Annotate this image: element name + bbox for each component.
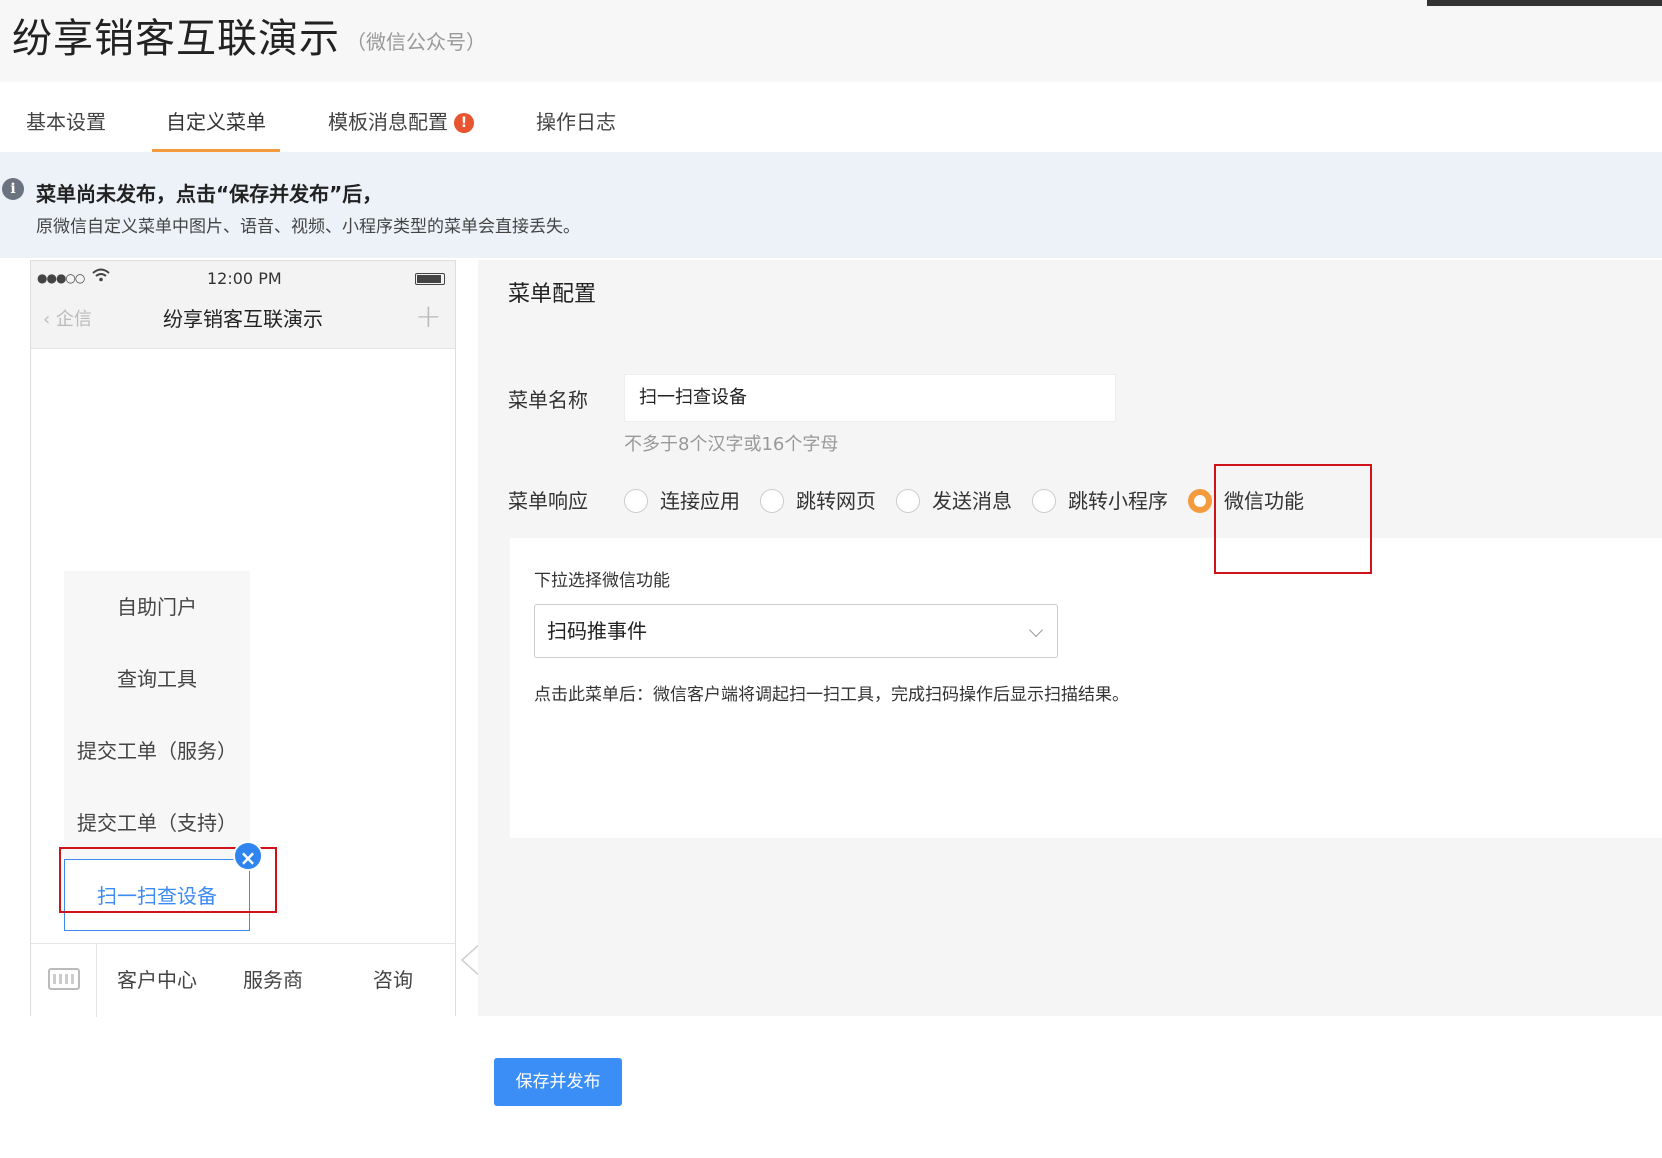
- radio-icon: [896, 489, 920, 513]
- phone-preview: ●●●○○ 12:00 PM ‹ 企信 纷享销客互联演示 + 自助门户 查询工具…: [30, 260, 456, 1017]
- wechat-function-box: 下拉选择微信功能 扫码推事件 点击此菜单后：微信客户端将调起扫一扫工具，完成扫码…: [510, 538, 1662, 838]
- submenu-item-ticket-support[interactable]: 提交工单（支持）: [64, 787, 250, 859]
- radio-label: 连接应用: [660, 489, 740, 513]
- submenu-item-query-tools[interactable]: 查询工具: [64, 643, 250, 715]
- menu-name-hint: 不多于8个汉字或16个字母: [624, 434, 839, 455]
- page-title: 纷享销客互联演示: [12, 16, 340, 62]
- submenu-item-ticket-service[interactable]: 提交工单（服务）: [64, 715, 250, 787]
- main-menu-item-customer-center[interactable]: 客户中心: [101, 944, 213, 1017]
- alert-badge-icon: !: [454, 113, 474, 133]
- phone-main-menu: 客户中心 服务商 咨询: [31, 943, 455, 1017]
- chevron-down-icon: [1028, 622, 1044, 638]
- radio-label: 发送消息: [932, 489, 1012, 513]
- phone-header: ●●●○○ 12:00 PM ‹ 企信 纷享销客互联演示 +: [31, 261, 455, 349]
- radio-label: 跳转网页: [796, 489, 876, 513]
- page-header: 纷享销客互联演示 （微信公众号）: [0, 0, 1662, 82]
- radio-label: 微信功能: [1224, 489, 1304, 513]
- notice-banner: i 菜单尚未发布，点击“保存并发布”后， 原微信自定义菜单中图片、语音、视频、小…: [0, 152, 1662, 258]
- tab-basic-settings[interactable]: 基本设置: [26, 106, 106, 152]
- battery-icon: [415, 273, 445, 285]
- tab-custom-menu[interactable]: 自定义菜单: [152, 106, 280, 152]
- info-icon: i: [2, 178, 24, 200]
- radio-icon: [624, 489, 648, 513]
- tab-label: 自定义菜单: [166, 110, 266, 134]
- page-subtitle: （微信公众号）: [346, 30, 486, 54]
- submenu-item-self-service[interactable]: 自助门户: [64, 571, 250, 643]
- notice-title: 菜单尚未发布，点击“保存并发布”后，: [36, 182, 383, 206]
- menu-config-panel: 菜单配置 菜单名称 扫一扫查设备 不多于8个汉字或16个字母 菜单响应 连接应用…: [478, 260, 1662, 1016]
- submenu-item-scan-device[interactable]: 扫一扫查设备: [64, 859, 250, 931]
- tab-label: 模板消息配置: [328, 110, 448, 134]
- signal-icon: ●●●○○: [37, 271, 85, 285]
- tab-label: 操作日志: [536, 110, 616, 134]
- account-name: 纷享销客互联演示: [163, 307, 323, 331]
- keyboard-icon[interactable]: [31, 944, 97, 1017]
- function-description: 点击此菜单后：微信客户端将调起扫一扫工具，完成扫码操作后显示扫描结果。: [534, 685, 1129, 705]
- delete-icon[interactable]: ×: [233, 841, 263, 871]
- notice-body: 原微信自定义菜单中图片、语音、视频、小程序类型的菜单会直接丢失。: [36, 217, 580, 237]
- radio-label: 跳转小程序: [1068, 489, 1168, 513]
- radio-icon: [760, 489, 784, 513]
- wifi-icon: [91, 267, 111, 288]
- menu-name-label: 菜单名称: [508, 388, 588, 412]
- tab-bar: 基本设置 自定义菜单 模板消息配置! 操作日志: [0, 82, 1662, 152]
- corner-bar: [1427, 0, 1662, 6]
- main-menu-item-consult[interactable]: 咨询: [333, 944, 453, 1017]
- status-time: 12:00 PM: [207, 269, 282, 288]
- radio-icon: [1032, 489, 1056, 513]
- function-select[interactable]: 扫码推事件: [534, 604, 1058, 658]
- config-title: 菜单配置: [508, 282, 597, 307]
- menu-response-label: 菜单响应: [508, 489, 588, 513]
- radio-checked-icon: [1188, 489, 1212, 513]
- main-menu-item-service-provider[interactable]: 服务商: [213, 944, 333, 1017]
- menu-name-input[interactable]: 扫一扫查设备: [624, 374, 1116, 422]
- function-select-label: 下拉选择微信功能: [534, 571, 670, 591]
- submenu-list: 自助门户 查询工具 提交工单（服务） 提交工单（支持） 扫一扫查设备: [64, 571, 250, 931]
- tab-operation-log[interactable]: 操作日志: [536, 106, 616, 152]
- tab-label: 基本设置: [26, 110, 106, 134]
- tab-template-message[interactable]: 模板消息配置!: [328, 106, 474, 152]
- plus-icon[interactable]: +: [415, 297, 442, 335]
- save-and-publish-button[interactable]: 保存并发布: [494, 1058, 622, 1106]
- function-select-value: 扫码推事件: [547, 619, 647, 643]
